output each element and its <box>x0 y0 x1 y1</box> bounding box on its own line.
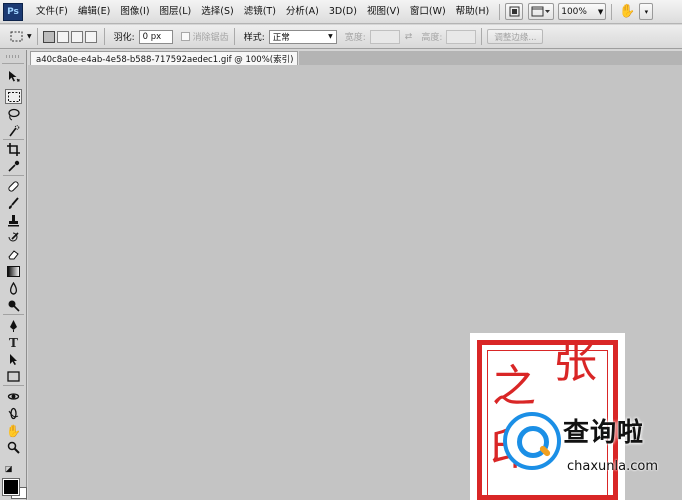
color-swatches: ◪ <box>2 464 27 499</box>
bridge-icon <box>509 6 520 17</box>
toolbar-grip[interactable] <box>2 50 24 64</box>
document-tab[interactable]: a40c8a0e-e4ab-4e58-b588-717592aedec1.gif… <box>30 51 298 65</box>
zoom-level-select[interactable]: 100% ▼ <box>558 3 607 20</box>
height-label: 高度: <box>421 33 443 43</box>
new-selection-button[interactable] <box>42 30 55 43</box>
menu-filter[interactable]: 滤镜(T) <box>239 0 281 24</box>
refine-edge-button[interactable]: 调整边缘... <box>487 29 544 44</box>
feather-label: 羽化: <box>113 33 135 43</box>
pen-tool-icon[interactable] <box>5 318 22 333</box>
feather-input[interactable]: 0 px <box>138 29 173 44</box>
menu-separator <box>499 3 501 20</box>
dodge-tool-icon[interactable] <box>5 298 22 313</box>
brush-tool-icon[interactable] <box>5 196 22 211</box>
hand-tool-icon[interactable]: ✋ <box>5 423 22 438</box>
options-separator <box>233 28 235 45</box>
menu-view[interactable]: 视图(V) <box>362 0 405 24</box>
history-brush-tool-icon[interactable] <box>5 230 22 245</box>
menu-bar: Ps 文件(F) 编辑(E) 图像(I) 图层(L) 选择(S) 滤镜(T) 分… <box>0 0 682 24</box>
move-tool-icon[interactable] <box>5 69 22 84</box>
menu-file[interactable]: 文件(F) <box>31 0 73 24</box>
eyedropper-tool-icon[interactable] <box>5 159 22 174</box>
watermark: 查询啦 chaxunla.com <box>503 412 673 482</box>
3d-orbit-tool-icon[interactable] <box>5 406 22 421</box>
rectangle-tool-icon[interactable] <box>5 369 22 384</box>
chevron-down-icon: ▼ <box>597 7 604 16</box>
swap-dimensions-icon[interactable]: ⇄ <box>405 32 413 42</box>
watermark-title: 查询啦 <box>563 418 645 448</box>
style-select[interactable]: 正常 ▼ <box>268 29 337 44</box>
clone-stamp-tool-icon[interactable] <box>5 213 22 228</box>
seal-character: 之 <box>492 361 536 412</box>
antialias-checkbox-box <box>180 32 190 41</box>
chevron-down-icon: ▼ <box>328 33 333 40</box>
document-tab-title: a40c8a0e-e4ab-4e58-b588-717592aedec1.gif… <box>36 54 294 65</box>
path-selection-tool-icon[interactable] <box>5 352 22 367</box>
eraser-tool-icon[interactable] <box>5 247 22 262</box>
tool-separator <box>3 175 24 176</box>
menu-select[interactable]: 选择(S) <box>196 0 238 24</box>
healing-brush-tool-icon[interactable] <box>5 179 22 194</box>
intersect-selection-button[interactable] <box>84 30 97 43</box>
options-separator <box>103 28 105 45</box>
watermark-logo-icon <box>503 412 561 470</box>
menu-edit[interactable]: 编辑(E) <box>73 0 115 24</box>
antialias-checkbox[interactable]: 消除锯齿 <box>180 30 229 43</box>
blur-tool-icon[interactable] <box>5 281 22 296</box>
screen-mode-icon <box>531 6 551 17</box>
menu-items: 文件(F) 编辑(E) 图像(I) 图层(L) 选择(S) 滤镜(T) 分析(A… <box>31 0 494 24</box>
width-input[interactable] <box>369 29 400 44</box>
menu-image[interactable]: 图像(I) <box>115 0 154 24</box>
chevron-down-icon: ▾ <box>644 7 649 16</box>
default-colors-icon[interactable]: ◪ <box>5 464 13 473</box>
options-bar: ▼ 羽化: 0 px 消除锯齿 样式: 正常 ▼ 宽度: ⇄ 高度: 调整边缘.… <box>0 25 682 49</box>
menu-separator <box>611 3 613 20</box>
menu-layer[interactable]: 图层(L) <box>155 0 197 24</box>
menu-analysis[interactable]: 分析(A) <box>281 0 324 24</box>
tool-separator <box>3 385 24 386</box>
lasso-tool-icon[interactable] <box>5 107 22 122</box>
options-separator <box>36 28 38 45</box>
menu-3d[interactable]: 3D(D) <box>324 0 362 24</box>
rotate-view-button[interactable]: ▾ <box>639 3 654 20</box>
zoom-tool-icon[interactable] <box>5 440 22 455</box>
antialias-label: 消除锯齿 <box>192 33 229 43</box>
hand-icon[interactable]: ✋ <box>619 4 635 19</box>
screen-mode-button[interactable] <box>528 3 555 20</box>
tool-separator <box>3 314 24 315</box>
tool-separator <box>3 139 24 140</box>
foreground-color-swatch[interactable] <box>2 478 20 496</box>
gradient-tool-icon[interactable] <box>5 264 22 279</box>
seal-character: 张 <box>553 337 597 388</box>
tool-preset-picker[interactable]: ▼ <box>10 31 32 43</box>
photoshop-logo: Ps <box>3 2 23 21</box>
tools-panel: T ✋ ◪ <box>0 50 27 500</box>
3d-rotate-tool-icon[interactable] <box>5 389 22 404</box>
marquee-tool-icon[interactable] <box>5 89 22 104</box>
options-separator <box>481 28 483 45</box>
marquee-preset-icon <box>10 31 23 41</box>
width-label: 宽度: <box>344 33 366 43</box>
crop-tool-icon[interactable] <box>5 142 22 157</box>
subtract-from-selection-button[interactable] <box>70 30 83 43</box>
height-input[interactable] <box>446 29 477 44</box>
watermark-url: chaxunla.com <box>567 459 658 474</box>
style-label: 样式: <box>243 33 265 43</box>
type-tool-icon[interactable]: T <box>5 335 22 350</box>
chevron-down-icon: ▼ <box>27 33 32 40</box>
menu-help[interactable]: 帮助(H) <box>451 0 495 24</box>
bridge-button[interactable] <box>505 3 524 20</box>
quick-selection-tool-icon[interactable] <box>5 124 22 139</box>
tab-strip-background <box>299 51 682 65</box>
zoom-level-value: 100% <box>561 6 587 17</box>
style-value: 正常 <box>272 32 290 43</box>
menu-window[interactable]: 窗口(W) <box>405 0 451 24</box>
add-to-selection-button[interactable] <box>56 30 69 43</box>
